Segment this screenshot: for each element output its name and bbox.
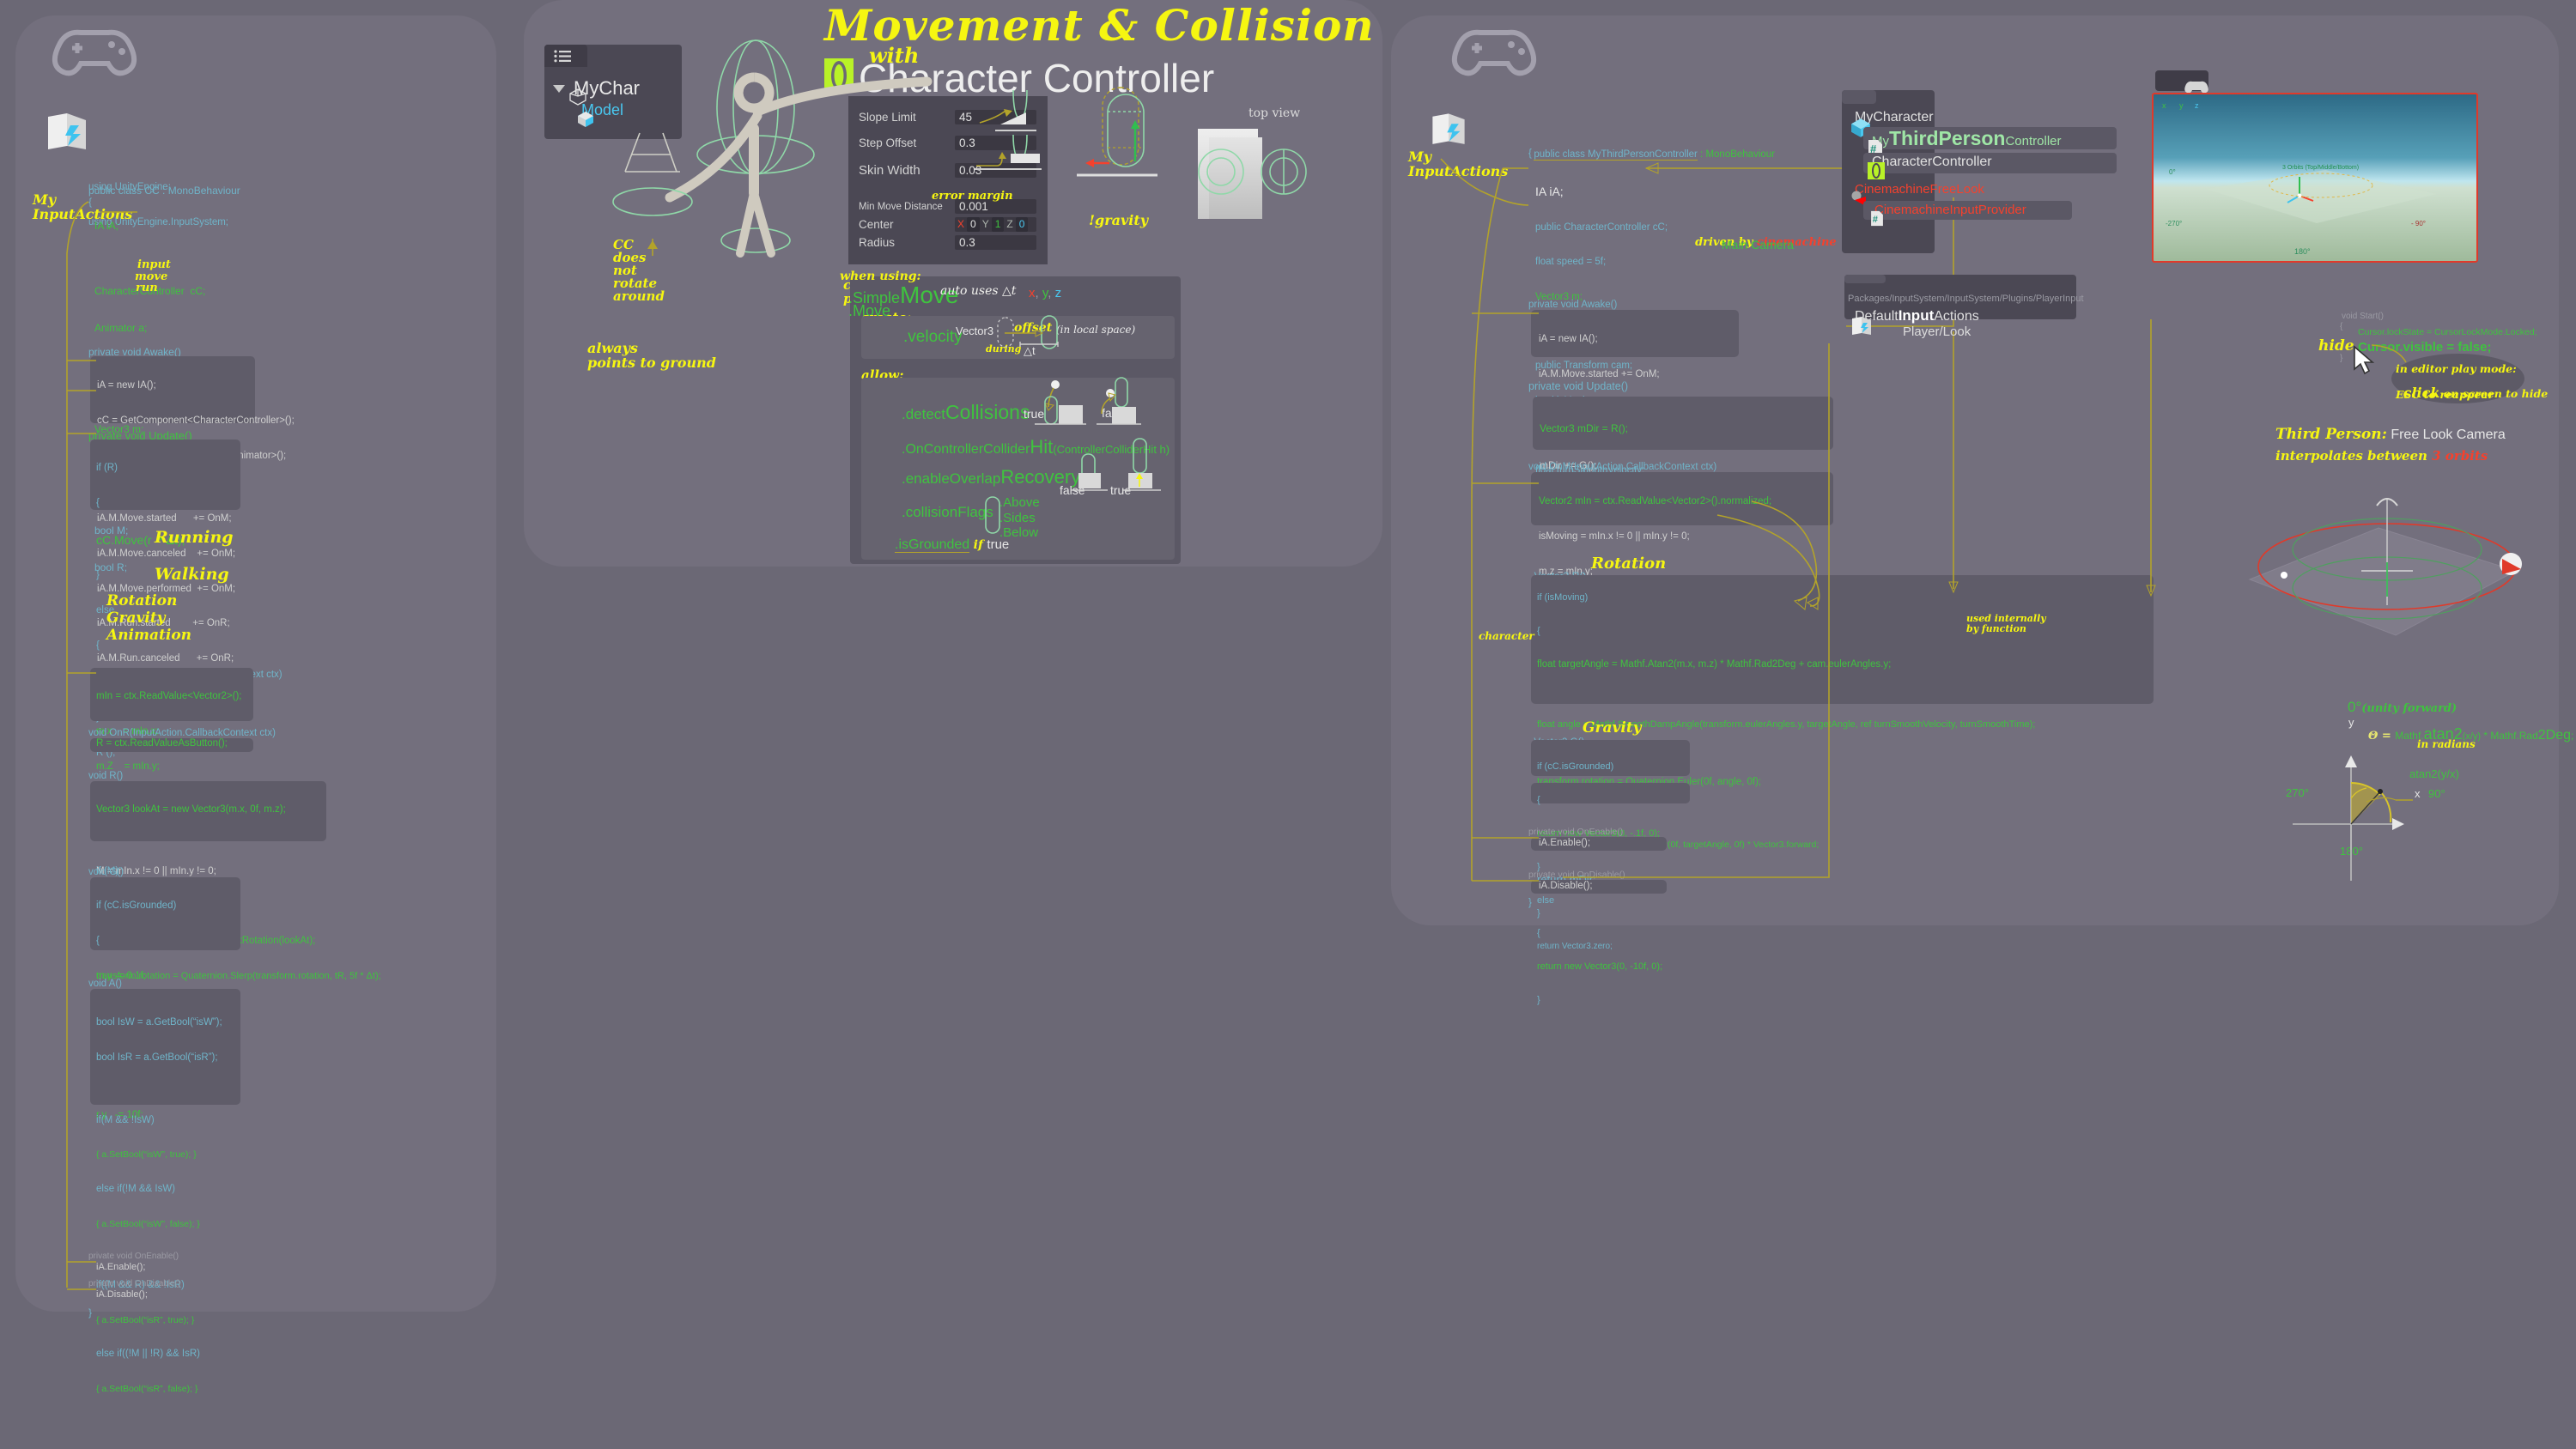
freelook-note-d: 3 orbits	[2432, 448, 2488, 464]
start-body-0: Cursor.lockState = CursorLockMode.Locked…	[2358, 327, 2537, 337]
script-label-big: ThirdPerson	[1889, 127, 2006, 149]
default-input-actions-c: Actions	[1934, 309, 1979, 324]
scene-view[interactable]: x y z 3 Orbits (Top/Middle/Bottom) 0° -2…	[2152, 93, 2478, 263]
scene-label-orbit: 3 Orbits (Top/Middle/Bottom)	[2282, 165, 2360, 171]
hierarchy-row-cm-freelook[interactable]: CinemachineFreeLook	[1850, 182, 1984, 206]
freelook-note-c: interpolates between	[2275, 448, 2433, 464]
start-brace-close: }	[2340, 354, 2343, 363]
scene-gizmo-z: z	[2195, 101, 2199, 110]
hierarchy-label-cm-freelook: CinemachineFreeLook	[1855, 182, 1984, 197]
hierarchy-row-cm-inputprovider[interactable]: # CinemachineInputProvider	[1870, 203, 2026, 226]
freelook-note: Third Person: Free Look Camera	[2275, 427, 2506, 443]
cursor-note-leader	[2371, 344, 2407, 363]
hierarchy-row-mycharacter[interactable]: MyCharacter	[1850, 110, 1934, 137]
start-brace-open: {	[2340, 322, 2343, 331]
hierarchy-row-thirdperson-script[interactable]: # MyThirdPersonController	[1868, 127, 2062, 157]
freelook-orbit-diagram	[2248, 498, 2522, 636]
label-hide: hide	[2318, 337, 2354, 355]
angle-axes-diagram	[2293, 755, 2413, 881]
cursor-note-line3: ESC to reappear	[2396, 388, 2494, 401]
hierarchy-row-default-input-actions[interactable]: DefaultInputActions	[1850, 307, 1979, 335]
freelook-note-a: Third Person:	[2275, 426, 2387, 443]
angle-zero: 0°	[2348, 699, 2362, 715]
scene-gizmo-y: y	[2179, 101, 2184, 110]
freelook-note-b: Free Look Camera	[2386, 427, 2506, 442]
scene-label-bottommid: 180°	[2294, 247, 2311, 256]
hierarchy-tab-right	[1842, 90, 1876, 104]
angle-zero-note: (unity forward)	[2361, 702, 2458, 715]
scene-label-bottomright: - 90°	[2411, 220, 2426, 227]
scene-label-bottomleft: -270°	[2166, 220, 2183, 227]
start-sig: void Start()	[2342, 312, 2384, 321]
scene-view-toolbar[interactable]	[2155, 70, 2208, 94]
svg-text:#: #	[1873, 214, 1879, 224]
hierarchy-label-charactercontroller: CharacterController	[1872, 155, 1992, 169]
script-label-suffix: Controller	[2005, 134, 2062, 149]
hierarchy-label-cm-inputprovider: CinemachineInputProvider	[1874, 203, 2026, 217]
angle-zero-label: 0°(unity forward)	[2348, 699, 2457, 716]
hierarchy-row-charactercontroller[interactable]: CharacterController	[1868, 155, 1992, 179]
packages-path: Packages/InputSystem/InputSystem/Plugins…	[1848, 294, 2084, 304]
freelook-note-2: interpolates between 3 orbits	[2275, 449, 2488, 464]
packages-tab	[1844, 275, 1886, 283]
default-input-actions-big: Input	[1898, 307, 1935, 324]
scene-gizmo-x: x	[2162, 101, 2166, 110]
scene-label-topleft: 0°	[2169, 168, 2176, 176]
default-input-actions-sub: Player/Look	[1903, 324, 1971, 339]
